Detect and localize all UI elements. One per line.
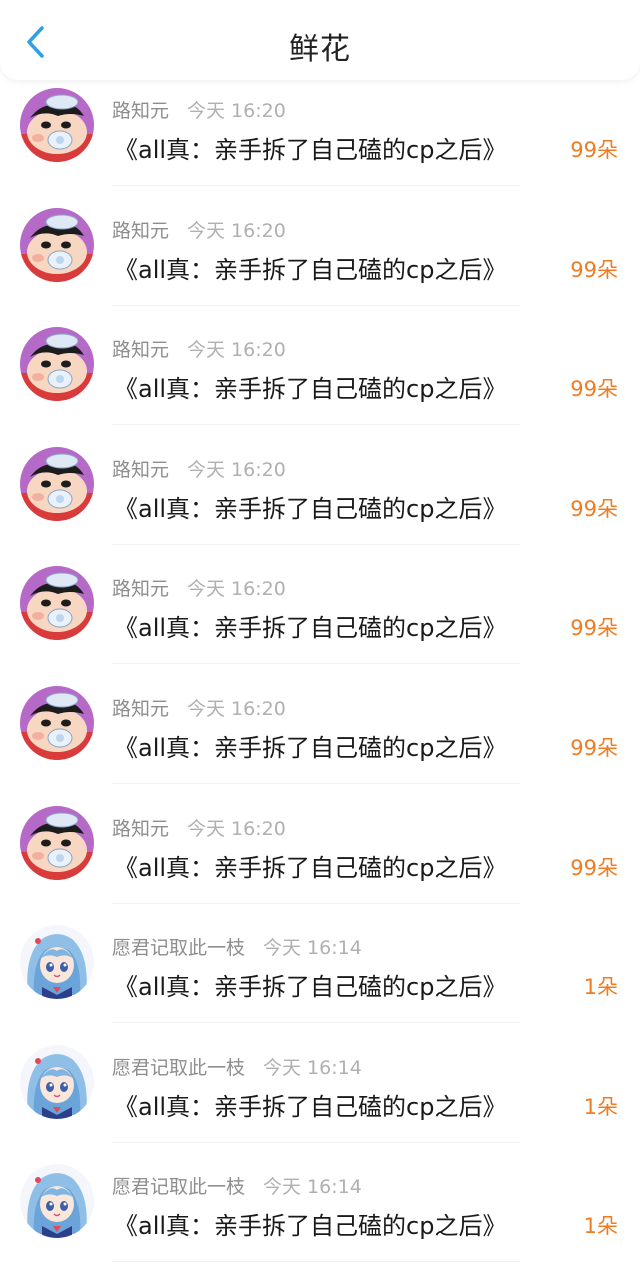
user-name: 路知元 今天 16:20 bbox=[112, 574, 286, 601]
user-name: 路知元 今天 16:20 bbox=[112, 335, 286, 362]
crayon-shin-chan-avatar-icon bbox=[20, 446, 94, 521]
user-name-text: 愿君记取此一枝 bbox=[112, 937, 246, 960]
list-item-7[interactable]: 路知元 今天 16:20 《all真：亲手拆了自己磕的cp之后》 99朵 bbox=[0, 798, 640, 918]
timestamp: 今天 16:20 bbox=[187, 100, 286, 122]
page-title: 鲜花 bbox=[289, 32, 351, 67]
crayon-shin-chan-avatar-icon bbox=[20, 88, 94, 162]
user-name-text: 路知元 bbox=[112, 578, 170, 601]
user-name: 路知元 今天 16:20 bbox=[112, 216, 286, 243]
flower-count: 99朵 bbox=[570, 377, 618, 402]
avatar[interactable] bbox=[20, 685, 94, 760]
work-title[interactable]: 《all真：亲手拆了自己磕的cp之后》 bbox=[114, 250, 506, 285]
work-title[interactable]: 《all真：亲手拆了自己磕的cp之后》 bbox=[114, 967, 506, 1002]
flower-count: 99朵 bbox=[570, 855, 618, 880]
user-name-text: 路知元 bbox=[112, 817, 170, 840]
avatar[interactable] bbox=[20, 566, 94, 641]
avatar[interactable] bbox=[20, 446, 94, 521]
list-item-1[interactable]: 路知元 今天 16:20 《all真：亲手拆了自己磕的cp之后》 99朵 bbox=[0, 80, 640, 200]
user-name-text: 路知元 bbox=[112, 100, 170, 122]
flower-count: 99朵 bbox=[570, 138, 618, 162]
top-bar: 鲜花 bbox=[0, 0, 640, 80]
work-title[interactable]: 《all真：亲手拆了自己磕的cp之后》 bbox=[114, 848, 506, 883]
user-name: 路知元 今天 16:20 bbox=[112, 96, 286, 123]
user-name-text: 路知元 bbox=[112, 219, 170, 242]
work-title[interactable]: 《all真：亲手拆了自己磕的cp之后》 bbox=[114, 489, 506, 524]
crayon-shin-chan-avatar-icon bbox=[20, 685, 94, 760]
list-item-2[interactable]: 路知元 今天 16:20 《all真：亲手拆了自己磕的cp之后》 99朵 bbox=[0, 200, 640, 320]
anime-girl-avatar-icon bbox=[20, 925, 94, 1000]
crayon-shin-chan-avatar-icon bbox=[20, 805, 94, 880]
avatar[interactable] bbox=[20, 88, 94, 162]
user-name-text: 愿君记取此一枝 bbox=[112, 1056, 246, 1079]
avatar[interactable] bbox=[20, 207, 94, 282]
divider bbox=[112, 1022, 520, 1024]
work-title[interactable]: 《all真：亲手拆了自己磕的cp之后》 bbox=[114, 369, 506, 404]
user-name: 路知元 今天 16:20 bbox=[112, 455, 286, 482]
list-item-6[interactable]: 路知元 今天 16:20 《all真：亲手拆了自己磕的cp之后》 99朵 bbox=[0, 678, 640, 798]
flower-count: 99朵 bbox=[570, 735, 618, 760]
divider bbox=[112, 185, 520, 186]
avatar[interactable] bbox=[20, 925, 94, 1000]
divider bbox=[112, 782, 520, 784]
list-item-4[interactable]: 路知元 今天 16:20 《all真：亲手拆了自己磕的cp之后》 99朵 bbox=[0, 439, 640, 559]
work-title[interactable]: 《all真：亲手拆了自己磕的cp之后》 bbox=[114, 728, 506, 763]
anime-girl-avatar-icon bbox=[20, 1164, 94, 1239]
list-item-3[interactable]: 路知元 今天 16:20 《all真：亲手拆了自己磕的cp之后》 99朵 bbox=[0, 319, 640, 439]
avatar[interactable] bbox=[20, 327, 94, 402]
divider bbox=[112, 543, 520, 545]
user-name-text: 愿君记取此一枝 bbox=[112, 1176, 246, 1199]
timestamp: 今天 16:20 bbox=[187, 817, 286, 840]
timestamp: 今天 16:14 bbox=[263, 937, 362, 960]
timestamp: 今天 16:20 bbox=[187, 578, 286, 601]
timestamp: 今天 16:20 bbox=[187, 219, 286, 242]
avatar[interactable] bbox=[20, 1164, 94, 1239]
work-title[interactable]: 《all真：亲手拆了自己磕的cp之后》 bbox=[114, 608, 506, 643]
work-title[interactable]: 《all真：亲手拆了自己磕的cp之后》 bbox=[114, 1087, 506, 1122]
flower-count: 99朵 bbox=[570, 616, 618, 641]
timestamp: 今天 16:20 bbox=[187, 339, 286, 362]
flower-count: 99朵 bbox=[570, 496, 618, 521]
divider bbox=[112, 424, 520, 426]
user-name-text: 路知元 bbox=[112, 697, 170, 720]
list-item-9[interactable]: 愿君记取此一枝 今天 16:14 《all真：亲手拆了自己磕的cp之后》 1朵 bbox=[0, 1037, 640, 1157]
avatar[interactable] bbox=[20, 1044, 94, 1119]
crayon-shin-chan-avatar-icon bbox=[20, 566, 94, 641]
work-title[interactable]: 《all真：亲手拆了自己磕的cp之后》 bbox=[114, 1206, 506, 1241]
flower-count: 99朵 bbox=[570, 257, 618, 282]
flower-count: 1朵 bbox=[583, 975, 618, 1000]
user-name-text: 路知元 bbox=[112, 458, 170, 481]
crayon-shin-chan-avatar-icon bbox=[20, 207, 94, 282]
user-name: 路知元 今天 16:20 bbox=[112, 694, 286, 721]
divider bbox=[112, 1261, 520, 1263]
divider bbox=[112, 304, 520, 306]
flower-list: 路知元 今天 16:20 《all真：亲手拆了自己磕的cp之后》 99朵 路知元今… bbox=[0, 80, 640, 1276]
flower-count: 1朵 bbox=[583, 1094, 618, 1119]
timestamp: 今天 16:20 bbox=[187, 458, 286, 481]
timestamp: 今天 16:20 bbox=[187, 697, 286, 720]
timestamp: 今天 16:14 bbox=[263, 1176, 362, 1199]
user-name: 愿君记取此一枝 今天 16:14 bbox=[112, 933, 362, 960]
divider bbox=[112, 1141, 520, 1143]
list-item-5[interactable]: 路知元 今天 16:20 《all真：亲手拆了自己磕的cp之后》 99朵 bbox=[0, 558, 640, 678]
flower-count: 1朵 bbox=[583, 1214, 618, 1239]
list-item-8[interactable]: 愿君记取此一枝 今天 16:14 《all真：亲手拆了自己磕的cp之后》 1朵 bbox=[0, 917, 640, 1037]
user-name: 路知元 今天 16:20 bbox=[112, 814, 286, 841]
avatar[interactable] bbox=[20, 805, 94, 880]
user-name-text: 路知元 bbox=[112, 339, 170, 362]
divider bbox=[112, 663, 520, 665]
timestamp: 今天 16:14 bbox=[263, 1056, 362, 1079]
anime-girl-avatar-icon bbox=[20, 1044, 94, 1119]
work-title[interactable]: 《all真：亲手拆了自己磕的cp之后》 bbox=[114, 130, 506, 165]
divider bbox=[112, 902, 520, 904]
user-name: 愿君记取此一枝 今天 16:14 bbox=[112, 1172, 362, 1199]
crayon-shin-chan-avatar-icon bbox=[20, 327, 94, 402]
user-name: 愿君记取此一枝 今天 16:14 bbox=[112, 1053, 362, 1080]
